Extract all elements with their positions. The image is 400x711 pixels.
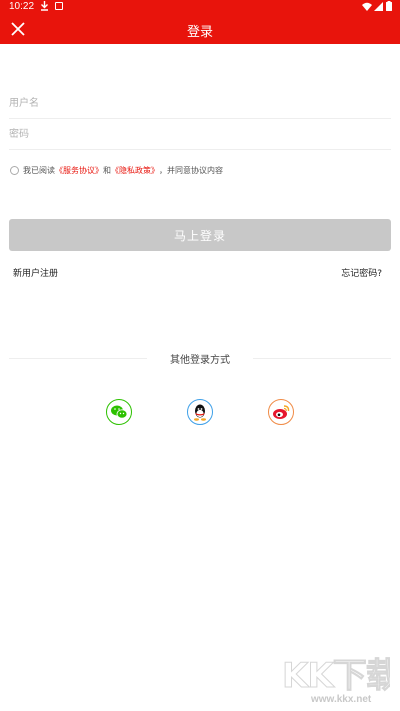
wifi-icon: [362, 2, 372, 11]
weibo-icon: [273, 405, 290, 419]
watermark-url: www.kkx.net: [311, 694, 372, 705]
notification-icon: [55, 2, 63, 10]
svg-text:KK下载: KK下载: [282, 656, 390, 695]
agreement-checkbox[interactable]: [10, 165, 19, 175]
login-button[interactable]: 马上登录: [9, 219, 391, 251]
status-bar: 10:22: [0, 0, 400, 14]
username-field: [9, 88, 391, 119]
app-bar: 登录: [0, 14, 400, 44]
agreement-row: 我已阅读 《服务协议》 和 《隐私政策》 ，并同意协议内容: [10, 163, 223, 177]
register-link[interactable]: 新用户注册: [13, 266, 58, 279]
qq-icon: [194, 404, 206, 421]
wechat-login-button[interactable]: [106, 399, 132, 425]
page-title: 登录: [186, 25, 213, 40]
divider-right: [253, 358, 391, 359]
status-time: 10:22: [9, 1, 35, 12]
service-agreement-link[interactable]: 《服务协议》: [55, 165, 103, 176]
download-icon: [41, 1, 48, 11]
agreement-and: 和: [103, 165, 111, 175]
wechat-icon: [111, 405, 128, 419]
weibo-login-button[interactable]: [268, 399, 294, 425]
agreement-suffix: ，并同意协议内容: [159, 165, 223, 175]
privacy-policy-link[interactable]: 《隐私政策》: [111, 165, 159, 176]
forgot-password-link[interactable]: 忘记密码?: [341, 266, 382, 279]
username-input[interactable]: [9, 88, 391, 118]
password-field: [9, 119, 391, 150]
battery-icon: [386, 1, 392, 11]
signal-icon: [374, 2, 383, 11]
qq-login-button[interactable]: [187, 399, 213, 425]
agreement-prefix: 我已阅读: [23, 165, 55, 175]
password-input[interactable]: [9, 119, 391, 149]
